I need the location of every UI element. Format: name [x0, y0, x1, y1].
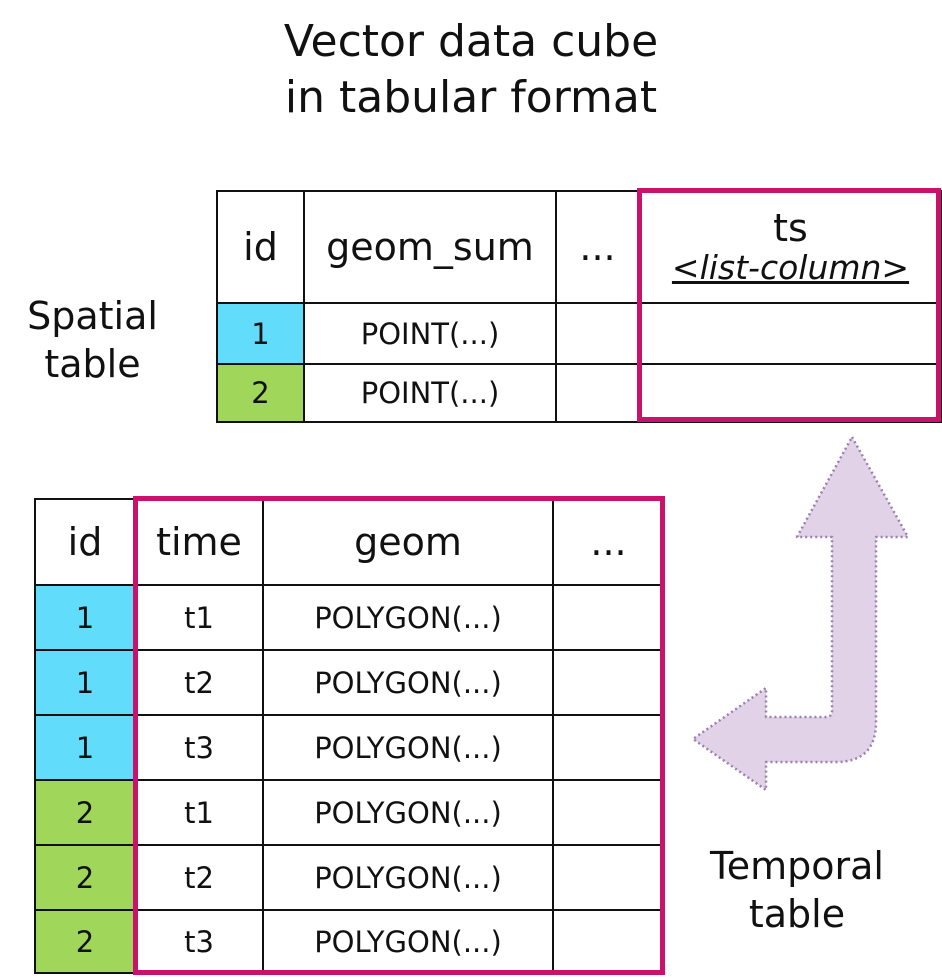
- temporal-cell-id: 1: [34, 584, 136, 651]
- table-row: 2 POINT(...): [216, 363, 942, 423]
- temporal-header-geom: geom: [262, 498, 554, 586]
- temporal-header-row: id time geom ...: [34, 498, 665, 586]
- temporal-cell-geom: POLYGON(...): [262, 844, 554, 911]
- temporal-cell-time: t1: [134, 779, 264, 846]
- spatial-header-row: id geom_sum ... ts <list-column>: [216, 190, 942, 304]
- spatial-header-more: ...: [555, 190, 640, 304]
- spatial-header-ts-type: <list-column>: [671, 248, 910, 287]
- temporal-cell-id: 2: [34, 844, 136, 911]
- title-line-1: Vector data cube: [283, 16, 659, 67]
- temporal-header-time: time: [134, 498, 264, 586]
- spatial-cell-ts: [638, 363, 942, 423]
- temporal-cell-geom: POLYGON(...): [262, 714, 554, 781]
- title-line-2: in tabular format: [284, 72, 658, 123]
- table-row: 1 t1 POLYGON(...): [34, 584, 665, 651]
- temporal-cell-geom: POLYGON(...): [262, 909, 554, 974]
- temporal-cell-more: [552, 714, 665, 781]
- spatial-cell-ts: [638, 302, 942, 365]
- temporal-cell-more: [552, 779, 665, 846]
- spatial-table: id geom_sum ... ts <list-column> 1 POINT…: [216, 190, 942, 423]
- temporal-cell-more: [552, 584, 665, 651]
- temporal-cell-id: 2: [34, 909, 136, 974]
- temporal-cell-id: 2: [34, 779, 136, 846]
- temporal-cell-id: 1: [34, 649, 136, 716]
- temporal-cell-geom: POLYGON(...): [262, 649, 554, 716]
- spatial-header-id: id: [216, 190, 305, 304]
- table-row: 2 t1 POLYGON(...): [34, 779, 665, 846]
- temporal-cell-time: t2: [134, 844, 264, 911]
- spatial-header-ts: ts <list-column>: [638, 190, 942, 304]
- spatial-label-line-2: table: [44, 342, 141, 386]
- spatial-cell-id: 2: [216, 363, 305, 423]
- temporal-label-line-2: table: [748, 892, 846, 936]
- spatial-cell-more: [555, 363, 640, 423]
- temporal-cell-more: [552, 909, 665, 974]
- temporal-table: id time geom ... 1 t1 POLYGON(...) 1 t2 …: [34, 498, 665, 974]
- diagram-title: Vector data cube in tabular format: [0, 14, 942, 126]
- temporal-cell-more: [552, 649, 665, 716]
- temporal-cell-geom: POLYGON(...): [262, 584, 554, 651]
- spatial-label-line-1: Spatial: [27, 294, 158, 338]
- spatial-header-ts-name: ts: [773, 206, 808, 250]
- table-row: 1 t2 POLYGON(...): [34, 649, 665, 716]
- spatial-table-label: Spatial table: [10, 292, 175, 388]
- spatial-cell-more: [555, 302, 640, 365]
- temporal-header-more: ...: [552, 498, 665, 586]
- spatial-header-geom: geom_sum: [303, 190, 557, 304]
- temporal-cell-id: 1: [34, 714, 136, 781]
- table-row: 1 POINT(...): [216, 302, 942, 365]
- temporal-cell-geom: POLYGON(...): [262, 779, 554, 846]
- temporal-label-line-1: Temporal: [710, 844, 884, 888]
- temporal-cell-time: t3: [134, 714, 264, 781]
- table-row: 2 t3 POLYGON(...): [34, 909, 665, 974]
- arrow-shape: [691, 435, 910, 792]
- temporal-cell-time: t1: [134, 584, 264, 651]
- table-row: 2 t2 POLYGON(...): [34, 844, 665, 911]
- temporal-header-id: id: [34, 498, 136, 586]
- temporal-cell-more: [552, 844, 665, 911]
- temporal-table-label: Temporal table: [692, 842, 902, 938]
- table-row: 1 t3 POLYGON(...): [34, 714, 665, 781]
- spatial-cell-id: 1: [216, 302, 305, 365]
- temporal-cell-time: t3: [134, 909, 264, 974]
- spatial-cell-geom: POINT(...): [303, 302, 557, 365]
- spatial-cell-geom: POINT(...): [303, 363, 557, 423]
- temporal-cell-time: t2: [134, 649, 264, 716]
